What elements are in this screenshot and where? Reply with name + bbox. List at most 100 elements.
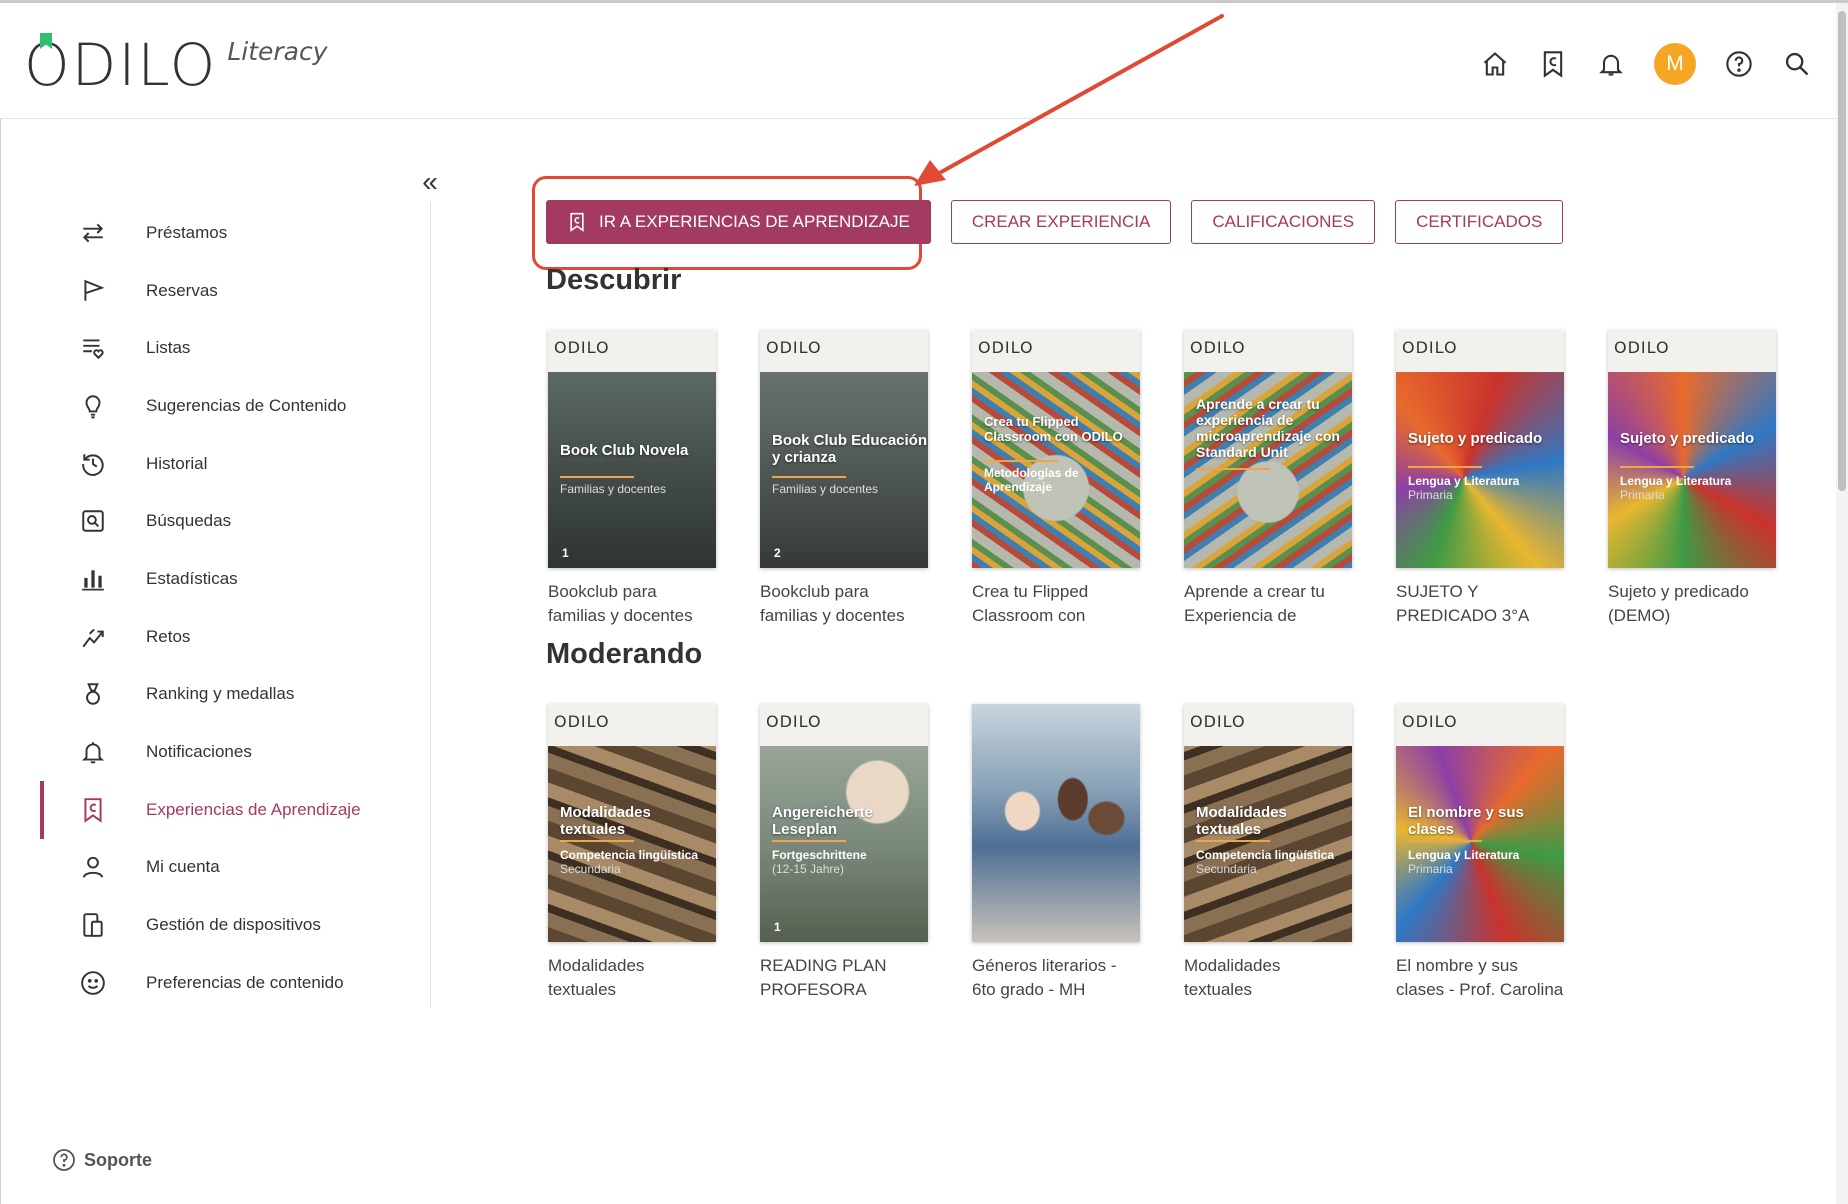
bell-icon	[78, 737, 108, 767]
carousel-descubrir: ODILO Book Club Novela Familias y docent…	[548, 330, 1776, 628]
card-cover: ODILO Angereicherte Leseplan Fortgeschri…	[760, 704, 928, 942]
card-caption: Aprende a crear tu Experiencia de microa…	[1184, 582, 1325, 625]
history-icon	[78, 449, 108, 479]
medal-icon	[78, 679, 108, 709]
search-icon[interactable]	[1782, 49, 1812, 79]
cover-subtitle: Lengua y Literatura	[1408, 474, 1520, 488]
sidebar-item-sugerencias[interactable]: Sugerencias de Contenido	[0, 377, 430, 435]
cover-title: Aprende a crear tu experiencia de microa…	[1196, 396, 1340, 460]
cover-title: Book Club Educación y crianza	[772, 432, 928, 466]
cover-subtitle: Lengua y Literatura	[1620, 474, 1732, 488]
sidebar-item-label: Préstamos	[146, 222, 228, 242]
button-label: IR A EXPERIENCIAS DE APRENDIZAJE	[599, 212, 910, 231]
experience-card[interactable]: ODILO Aprende a crear tu experiencia de …	[1184, 330, 1352, 628]
sidebar-item-dispositivos[interactable]: Gestión de dispositivos	[0, 896, 430, 954]
sidebar-item-retos[interactable]: Retos	[0, 608, 430, 666]
sidebar-item-busquedas[interactable]: Búsquedas	[0, 492, 430, 550]
experience-card[interactable]: Géneros literarios - 6to grado - MH	[972, 704, 1140, 1002]
odilo-logo[interactable]: ODILO Literacy	[24, 31, 328, 99]
cover-title: Crea tu Flipped Classroom con ODILO	[984, 414, 1123, 444]
header-actions: M	[1480, 43, 1812, 85]
support-link[interactable]: Soporte	[52, 1148, 152, 1172]
annotation-arrow	[914, 14, 1224, 186]
sidebar-item-preferencias[interactable]: Preferencias de contenido	[0, 954, 430, 1012]
cover-brand: ODILO	[1614, 338, 1670, 357]
experience-card[interactable]: ODILO Modalidades textuales Competencia …	[548, 704, 716, 1002]
cover-underline	[1408, 840, 1482, 842]
cover-brand: ODILO	[978, 338, 1034, 357]
grades-button[interactable]: CALIFICACIONES	[1191, 200, 1376, 244]
sidebar-item-prestamos[interactable]: Préstamos	[0, 204, 430, 262]
card-cover: ODILO Modalidades textuales Competencia …	[548, 704, 716, 942]
help-circle-icon	[53, 1149, 75, 1171]
scrollbar-thumb[interactable]	[1838, 11, 1846, 491]
cover-underline	[1408, 466, 1482, 468]
sidebar-item-ranking[interactable]: Ranking y medallas	[0, 666, 430, 724]
experience-card[interactable]: ODILO Sujeto y predicado Lengua y Litera…	[1396, 330, 1564, 628]
card-cover: ODILO Book Club Educación y crianza Fami…	[760, 330, 928, 568]
cover-subtitle: Familias y docentes	[560, 482, 667, 496]
sidebar-item-experiencias[interactable]: Experiencias de Aprendizaje	[0, 780, 430, 839]
page-scrollbar[interactable]	[1836, 3, 1848, 1204]
cover-brand: ODILO	[554, 712, 610, 731]
sidebar-item-label: Ranking y medallas	[146, 684, 295, 704]
cover-level: Primaria	[1620, 488, 1665, 502]
home-icon[interactable]	[1480, 49, 1510, 79]
sidebar-item-historial[interactable]: Historial	[0, 435, 430, 493]
experience-card[interactable]: ODILO Book Club Educación y crianza Fami…	[760, 330, 928, 628]
challenge-icon	[78, 622, 108, 652]
card-cover	[972, 704, 1140, 942]
cover-number: 1	[774, 920, 781, 934]
list-heart-icon	[78, 333, 108, 363]
card-caption: Modalidades textuales	[548, 956, 645, 999]
logo-wordmark: ODILO	[24, 31, 218, 99]
cover-underline	[560, 476, 634, 478]
help-icon[interactable]	[1724, 49, 1754, 79]
cover-subtitle: Metodologías de Aprendizaje	[984, 466, 1079, 494]
sidebar-item-label: Estadísticas	[146, 568, 238, 588]
cover-underline	[1620, 466, 1694, 468]
card-caption: El nombre y sus clases - Prof. Carolina	[1396, 956, 1564, 999]
cover-underline	[1196, 840, 1270, 842]
cover-title: Sujeto y predicado	[1408, 430, 1543, 447]
card-cover: ODILO Sujeto y predicado Lengua y Litera…	[1608, 330, 1776, 568]
cover-image	[1608, 368, 1776, 568]
create-experience-button[interactable]: CREAR EXPERIENCIA	[950, 200, 1172, 244]
experience-card[interactable]: ODILO Sujeto y predicado Lengua y Litera…	[1608, 330, 1776, 628]
bell-icon[interactable]	[1596, 49, 1626, 79]
cover-subtitle: Competencia lingüística	[1196, 848, 1335, 862]
card-cover: ODILO El nombre y sus clases Lengua y Li…	[1396, 704, 1564, 942]
cover-level: (12-15 Jahre)	[772, 862, 845, 876]
card-caption: SUJETO Y PREDICADO 3°A	[1396, 582, 1530, 625]
sidebar-item-label: Búsquedas	[146, 511, 232, 531]
sidebar-item-label: Gestión de dispositivos	[146, 915, 321, 935]
bookmark-icon[interactable]	[1538, 49, 1568, 79]
sidebar-item-estadisticas[interactable]: Estadísticas	[0, 550, 430, 608]
card-caption: Bookclub para familias y docentes	[760, 582, 905, 625]
cover-number: 1	[562, 546, 569, 560]
experience-card[interactable]: ODILO Modalidades textuales Competencia …	[1184, 704, 1352, 1002]
sidebar-item-mi-cuenta[interactable]: Mi cuenta	[0, 839, 430, 897]
sidebar-item-notificaciones[interactable]: Notificaciones	[0, 723, 430, 781]
cover-title: Book Club Novela	[560, 442, 689, 459]
experience-card[interactable]: ODILO El nombre y sus clases Lengua y Li…	[1396, 704, 1564, 1002]
experience-card[interactable]: ODILO Crea tu Flipped Classroom con ODIL…	[972, 330, 1140, 628]
experience-card[interactable]: ODILO Angereicherte Leseplan Fortgeschri…	[760, 704, 928, 1002]
flag-icon	[78, 276, 108, 306]
bar-chart-icon	[78, 564, 108, 594]
sidebar-item-reservas[interactable]: Reservas	[0, 262, 430, 320]
cover-image	[548, 368, 716, 568]
learning-bookmark-icon	[78, 795, 108, 825]
support-label: Soporte	[84, 1149, 153, 1170]
sidebar-item-listas[interactable]: Listas	[0, 319, 430, 377]
avatar[interactable]: M	[1654, 43, 1696, 85]
collapse-sidebar-button[interactable]: «	[420, 168, 440, 196]
card-cover: ODILO Sujeto y predicado Lengua y Litera…	[1396, 330, 1564, 568]
experience-card[interactable]: ODILO Book Club Novela Familias y docent…	[548, 330, 716, 628]
card-cover: ODILO Book Club Novela Familias y docent…	[548, 330, 716, 568]
cover-level: Primaria	[1408, 862, 1453, 876]
sidebar-item-label: Historial	[146, 453, 208, 473]
main-content: IR A EXPERIENCIAS DE APRENDIZAJE CREAR E…	[530, 14, 1830, 1204]
certificates-button[interactable]: CERTIFICADOS	[1395, 200, 1564, 244]
go-to-learning-experiences-button[interactable]: IR A EXPERIENCIAS DE APRENDIZAJE	[546, 200, 931, 244]
